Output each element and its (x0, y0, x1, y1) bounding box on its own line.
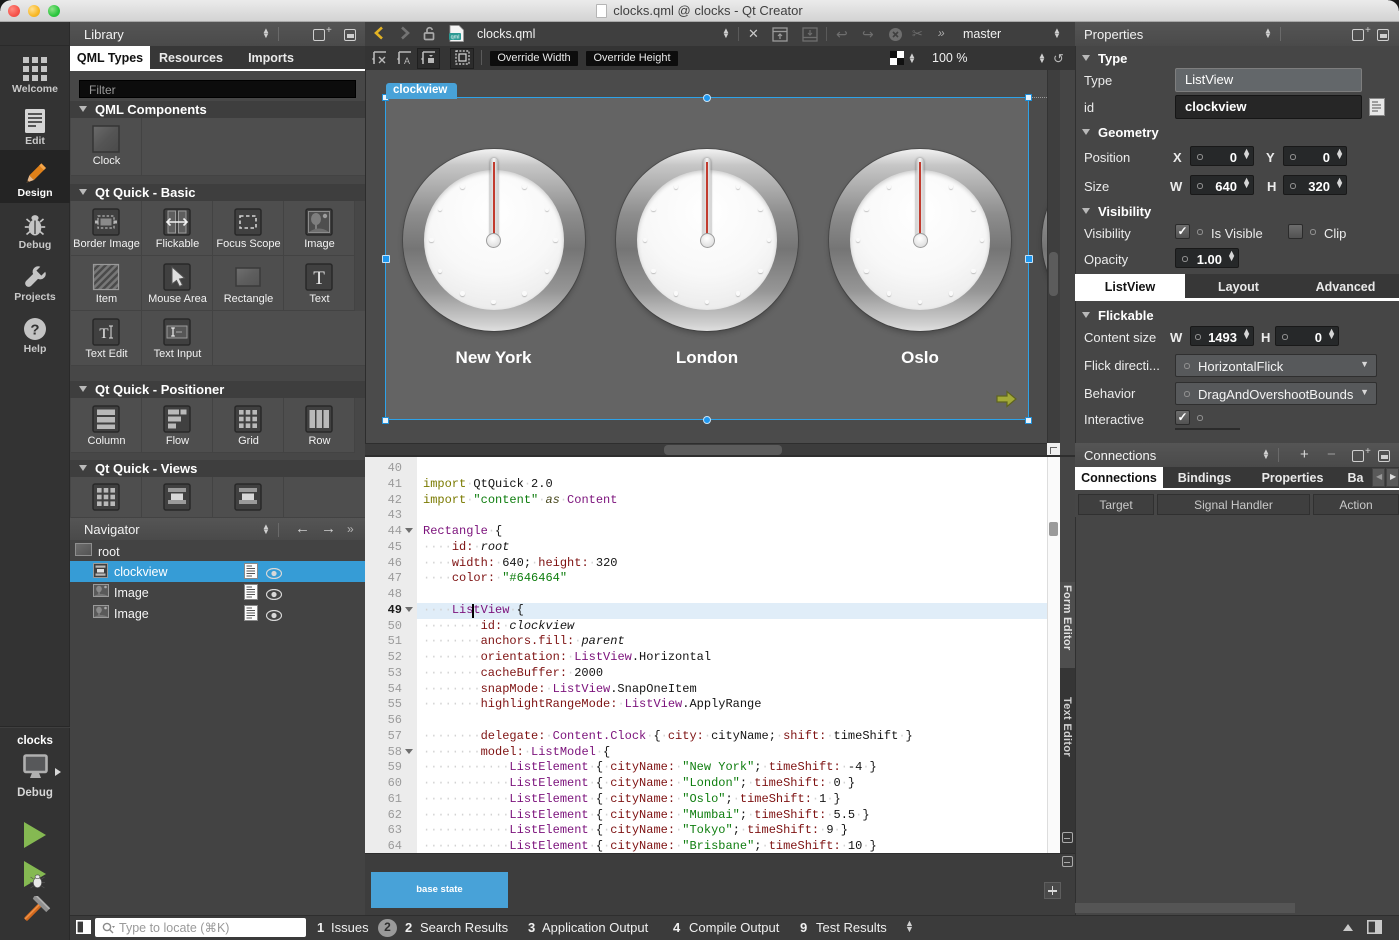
svg-text:A: A (404, 56, 410, 66)
svg-text:qml: qml (451, 35, 460, 41)
svg-text:T: T (313, 268, 325, 289)
svg-text:?: ? (30, 322, 39, 339)
svg-text:T: T (99, 326, 108, 342)
